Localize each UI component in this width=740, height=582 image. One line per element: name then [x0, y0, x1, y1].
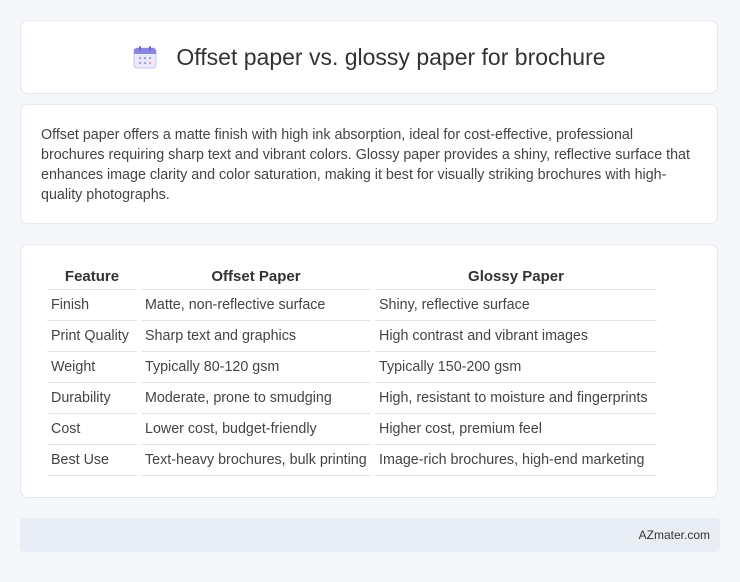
table-header-row: Feature Offset Paper Glossy Paper [47, 263, 657, 290]
offset-cell: Matte, non-reflective surface [141, 290, 371, 321]
table-row: Cost Lower cost, budget-friendly Higher … [47, 414, 657, 445]
header-glossy-paper: Glossy Paper [375, 263, 657, 290]
feature-cell: Weight [47, 352, 137, 383]
description-text: Offset paper offers a matte finish with … [41, 127, 690, 203]
offset-cell: Typically 80-120 gsm [141, 352, 371, 383]
table-row: Weight Typically 80-120 gsm Typically 15… [47, 352, 657, 383]
glossy-cell: High, resistant to moisture and fingerpr… [375, 383, 657, 414]
offset-cell: Sharp text and graphics [141, 321, 371, 352]
title-card: Offset paper vs. glossy paper for brochu… [20, 20, 718, 94]
feature-cell: Best Use [47, 445, 137, 476]
description-card: Offset paper offers a matte finish with … [20, 104, 718, 224]
table-row: Print Quality Sharp text and graphics Hi… [47, 321, 657, 352]
title-wrap: Offset paper vs. glossy paper for brochu… [132, 43, 606, 71]
footer-bar: AZmater.com [20, 518, 720, 552]
calendar-icon [133, 46, 157, 69]
table-row: Finish Matte, non-reflective surface Shi… [47, 290, 657, 321]
table-row: Best Use Text-heavy brochures, bulk prin… [47, 445, 657, 476]
glossy-cell: Typically 150-200 gsm [375, 352, 657, 383]
feature-cell: Finish [47, 290, 137, 321]
page-title: Offset paper vs. glossy paper for brochu… [176, 43, 606, 70]
glossy-cell: Shiny, reflective surface [375, 290, 657, 321]
feature-cell: Durability [47, 383, 137, 414]
table-row: Durability Moderate, prone to smudging H… [47, 383, 657, 414]
offset-cell: Lower cost, budget-friendly [141, 414, 371, 445]
header-offset-paper: Offset Paper [141, 263, 371, 290]
header-feature: Feature [47, 263, 137, 290]
offset-cell: Moderate, prone to smudging [141, 383, 371, 414]
footer-site-label[interactable]: AZmater.com [639, 528, 710, 542]
feature-cell: Print Quality [47, 321, 137, 352]
feature-cell: Cost [47, 414, 137, 445]
offset-cell: Text-heavy brochures, bulk printing [141, 445, 371, 476]
glossy-cell: Image-rich brochures, high-end marketing [375, 445, 657, 476]
comparison-card: Feature Offset Paper Glossy Paper Finish… [20, 244, 718, 498]
glossy-cell: Higher cost, premium feel [375, 414, 657, 445]
glossy-cell: High contrast and vibrant images [375, 321, 657, 352]
comparison-table: Feature Offset Paper Glossy Paper Finish… [43, 263, 661, 476]
